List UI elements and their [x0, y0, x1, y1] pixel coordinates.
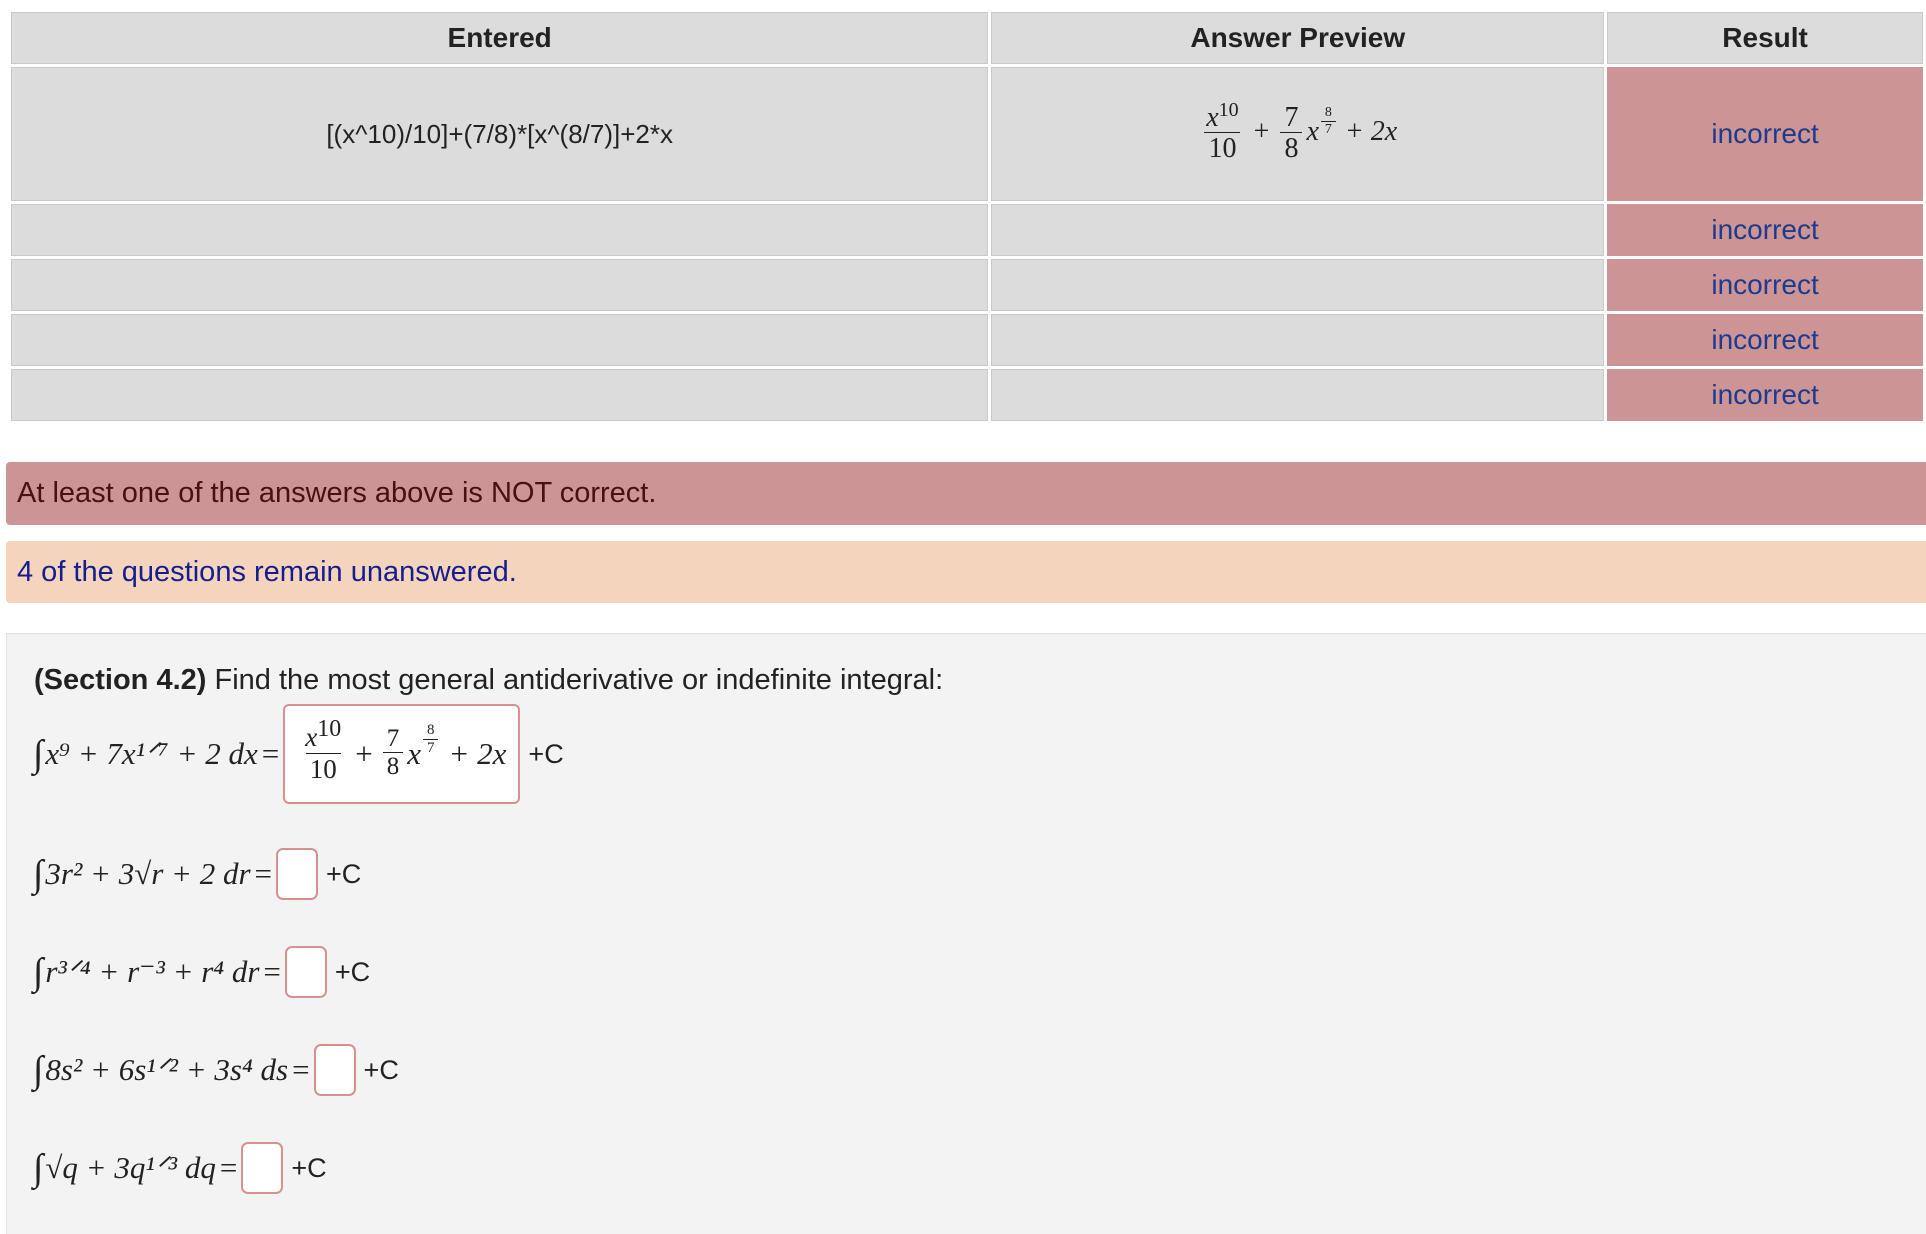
problem-prompt: Find the most general antiderivative or …: [214, 664, 944, 696]
answer-fraction-2: 7 8: [382, 725, 404, 782]
answer-preview-math: x10 10 + 7 8 x87 + 2x: [1198, 99, 1397, 164]
header-entered: Entered: [11, 12, 989, 64]
plus-c-label: +C: [326, 858, 362, 889]
entered-cell: [11, 204, 989, 256]
equals-sign: =: [261, 736, 280, 771]
integral-expression: r³ᐟ⁴ + r⁻³ + r⁴ dr: [45, 954, 260, 989]
plus-c-label: +C: [528, 738, 564, 769]
table-row: [(x^10)/10]+(7/8)*[x^(8/7)]+2*x x10 10 +…: [11, 67, 1923, 201]
unanswered-banner: 4 of the questions remain unanswered.: [6, 541, 1926, 603]
problem-heading: (Section 4.2) Find the most general anti…: [34, 664, 943, 697]
answer-preview-cell: [991, 369, 1605, 421]
answer-fraction-1: x10 10: [305, 716, 342, 784]
answer-preview-cell: [991, 259, 1605, 311]
entered-cell: [(x^10)/10]+(7/8)*[x^(8/7)]+2*x: [11, 67, 989, 201]
answer-input-1[interactable]: x10 10 + 7 8 x87 + 2x: [283, 704, 521, 804]
entered-cell: [11, 369, 989, 421]
integral-row-1: ∫ x⁹ + 7x¹ᐟ⁷ + 2 dx = x10 10 + 7 8 x87 +…: [33, 704, 564, 804]
plus-c-label: +C: [334, 956, 371, 987]
answer-input-4[interactable]: [313, 1044, 356, 1096]
entered-cell: [11, 314, 989, 366]
answer-preview-cell: x10 10 + 7 8 x87 + 2x: [991, 67, 1605, 201]
integral-expression: 8s² + 6s¹ᐟ² + 3s⁴ ds: [45, 1052, 289, 1087]
section-label: (Section 4.2): [34, 664, 207, 696]
integral-expression: √q + 3q¹ᐟ³ dq: [45, 1150, 216, 1185]
result-cell: incorrect: [1607, 369, 1923, 421]
error-banner: At least one of the answers above is NOT…: [6, 462, 1926, 525]
answer-preview-cell: [991, 314, 1605, 366]
table-row: incorrect: [11, 314, 1923, 366]
header-result: Result: [1607, 12, 1923, 64]
answer-preview-cell: [991, 204, 1605, 256]
equals-sign: =: [219, 1150, 238, 1185]
table-header-row: Entered Answer Preview Result: [11, 12, 1923, 64]
results-table: Entered Answer Preview Result [(x^10)/10…: [8, 9, 1926, 424]
result-cell: incorrect: [1607, 204, 1923, 256]
integral-row-3: ∫ r³ᐟ⁴ + r⁻³ + r⁴ dr = +C: [33, 946, 370, 998]
integral-expression: x⁹ + 7x¹ᐟ⁷ + 2 dx: [45, 736, 258, 771]
integral-row-2: ∫ 3r² + 3√r + 2 dr = +C: [33, 848, 361, 900]
result-cell: incorrect: [1607, 259, 1923, 311]
result-cell: incorrect: [1607, 67, 1923, 201]
table-row: incorrect: [11, 259, 1923, 311]
equals-sign: =: [263, 954, 281, 989]
integral-sign: ∫: [33, 1147, 44, 1189]
plus-c-label: +C: [291, 1152, 327, 1183]
header-answer-preview: Answer Preview: [991, 12, 1605, 64]
table-row: incorrect: [11, 369, 1923, 421]
result-cell: incorrect: [1607, 314, 1923, 366]
equals-sign: =: [292, 1052, 310, 1087]
preview-fraction-1: x10 10: [1204, 98, 1241, 165]
integral-row-5: ∫ √q + 3q¹ᐟ³ dq = +C: [33, 1142, 327, 1194]
integral-sign: ∫: [33, 853, 44, 895]
integral-expression: 3r² + 3√r + 2 dr: [45, 856, 251, 891]
plus-c-label: +C: [363, 1054, 399, 1085]
integral-row-4: ∫ 8s² + 6s¹ᐟ² + 3s⁴ ds = +C: [33, 1044, 399, 1096]
answer-input-3[interactable]: [284, 946, 327, 998]
equals-sign: =: [254, 856, 272, 891]
answer-input-5[interactable]: [241, 1142, 284, 1194]
preview-fraction-2: 7 8: [1280, 102, 1303, 166]
integral-sign: ∫: [33, 1049, 44, 1091]
entered-cell: [11, 259, 989, 311]
problem-panel: (Section 4.2) Find the most general anti…: [6, 633, 1926, 1234]
answer-input-2[interactable]: [276, 848, 318, 900]
table-row: incorrect: [11, 204, 1923, 256]
integral-sign: ∫: [33, 951, 44, 993]
integral-sign: ∫: [33, 733, 44, 775]
